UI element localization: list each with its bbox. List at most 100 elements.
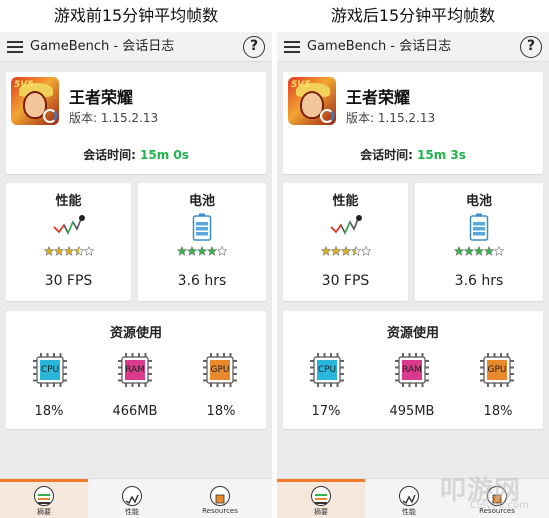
nav-tab-performance[interactable]: 性能 [88,479,176,518]
star-icon [494,246,504,256]
ram-usage-value: 466MB [112,404,158,419]
menu-icon[interactable] [7,41,23,53]
ram-chip-icon: RAM [394,352,430,388]
cpu-chip-icon: CPU [32,352,68,388]
cpu-usage-value: 17% [311,404,341,419]
star-icon [320,246,331,256]
performance-chart-icon [52,215,85,235]
performance-icon [122,486,142,506]
chip-label: GPU [487,365,507,375]
gpu-usage-value: 18% [483,404,513,419]
star-icon [207,246,217,256]
star-icon [177,246,187,256]
resource-usage-label: 资源使用 [386,326,439,341]
panel-divider [272,0,277,518]
game-card: 5V5 王者荣耀 版本: 1.15.2.13 会话时间: 15m 3s [283,72,543,174]
watermark-url: Cleyou.com [470,500,529,511]
chip-label: CPU [40,365,60,375]
performance-rating [6,246,131,259]
nav-label: 性能 [125,508,139,516]
chip-label: RAM [402,365,422,375]
app-title: GameBench - 会话日志 [30,39,175,54]
star-icon [187,246,197,256]
nav-label: 摘要 [37,508,51,516]
gpu-usage-value: 18% [206,404,236,419]
nav-label: 摘要 [314,508,328,516]
performance-card[interactable]: 性能 30 FPS [6,183,131,301]
session-duration: 会话时间: 15m 3s [283,146,543,163]
battery-label: 电池 [465,194,492,209]
chip-label: RAM [125,365,145,375]
battery-label: 电池 [188,194,215,209]
game-app-icon: 5V5 [11,77,59,125]
nav-tab-summary[interactable]: 摘要 [277,479,365,518]
battery-card[interactable]: 电池 3.6 hrs [138,183,266,301]
battery-rating [138,246,266,259]
nav-tab-resources[interactable]: Resources [176,479,264,518]
game-app-icon: 5V5 [288,77,336,125]
gamebench-panel-after: 游戏后15分钟平均帧数 GameBench - 会话日志 ? 5V5 王者荣耀 … [277,0,549,518]
star-icon [464,246,474,256]
bottom-navigation: 摘要 性能 Resources [0,478,272,518]
cpu-usage-value: 18% [34,404,64,419]
star-icon [360,246,371,256]
ram-chip-icon: RAM [117,352,153,388]
star-icon [217,246,227,256]
session-label: 会话时间: [83,148,141,162]
performance-value: 30 FPS [44,273,93,289]
game-icon-badge: 5V5 [14,80,34,90]
chip-label: CPU [317,365,337,375]
nav-label: Resources [202,507,238,515]
session-time: 15m 3s [417,148,466,162]
game-icon-badge: 5V5 [291,80,311,90]
summary-icon [311,486,331,506]
battery-card[interactable]: 电池 3.6 hrs [415,183,543,301]
performance-chart-icon [329,215,362,235]
chip-label: GPU [210,365,230,375]
star-icon [484,246,494,256]
star-icon [340,246,351,256]
nav-tab-summary[interactable]: 摘要 [0,479,88,518]
star-icon [63,246,74,256]
session-duration: 会话时间: 15m 0s [6,146,266,163]
star-icon [330,246,341,256]
help-icon[interactable]: ? [520,36,542,58]
resource-usage-card[interactable]: 资源使用 CPU 18% RAM 466MB GPU 18% [6,311,266,429]
ram-usage-value: 495MB [389,404,435,419]
session-label: 会话时间: [360,148,418,162]
game-card: 5V5 王者荣耀 版本: 1.15.2.13 会话时间: 15m 0s [6,72,266,174]
nav-label: 性能 [402,508,416,516]
star-icon [43,246,54,256]
star-icon [197,246,207,256]
cpu-chip-icon: CPU [309,352,345,388]
performance-value: 30 FPS [321,273,370,289]
gamebench-panel-before: 游戏前15分钟平均帧数 GameBench - 会话日志 ? 5V5 王者荣耀 … [0,0,272,518]
resource-usage-label: 资源使用 [109,326,162,341]
battery-icon [469,213,489,241]
performance-label: 性能 [332,194,359,209]
app-title: GameBench - 会话日志 [307,39,452,54]
summary-icon [34,486,54,506]
performance-rating [283,246,408,259]
performance-card[interactable]: 性能 30 FPS [283,183,408,301]
star-icon [350,246,361,256]
star-icon [474,246,484,256]
gpu-chip-icon: GPU [202,352,238,388]
game-name: 王者荣耀 [69,88,134,107]
app-bar: GameBench - 会话日志 ? [277,32,549,62]
help-icon[interactable]: ? [243,36,265,58]
menu-icon[interactable] [284,41,300,53]
nav-active-indicator [0,479,88,482]
resources-icon [210,486,230,506]
nav-active-indicator [277,479,365,482]
battery-value: 3.6 hrs [454,273,504,289]
star-icon [454,246,464,256]
game-version: 版本: 1.15.2.13 [69,111,159,125]
star-icon [53,246,64,256]
panel-caption: 游戏后15分钟平均帧数 [277,0,549,32]
session-time: 15m 0s [140,148,189,162]
performance-icon [399,486,419,506]
app-bar: GameBench - 会话日志 ? [0,32,272,62]
resource-usage-card[interactable]: 资源使用 CPU 17% RAM 495MB GPU 18% [283,311,543,429]
battery-value: 3.6 hrs [177,273,227,289]
